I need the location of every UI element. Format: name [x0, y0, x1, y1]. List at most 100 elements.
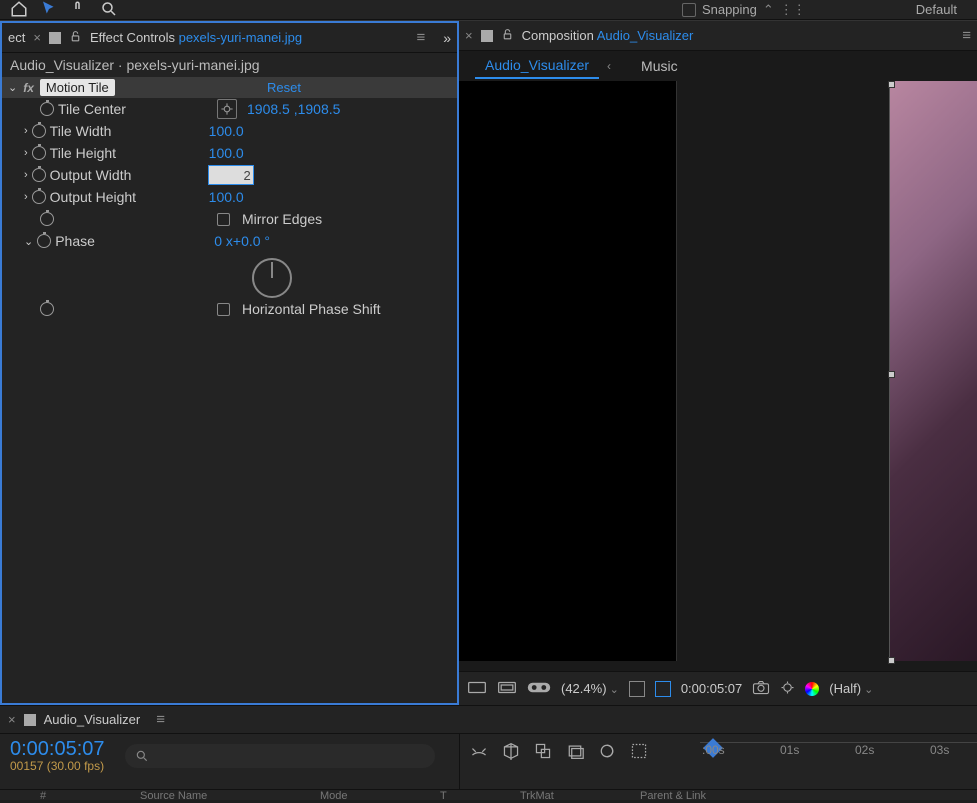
snapshot-icon[interactable]: [752, 680, 770, 698]
subtab-close-icon[interactable]: ‹: [607, 59, 611, 73]
snapping-toggle[interactable]: Snapping ⌃ ⋮⋮: [682, 2, 806, 18]
phase-label: Phase: [55, 233, 210, 249]
effect-breadcrumb: Audio_Visualizer · pexels-yuri-manei.jpg: [2, 53, 457, 77]
output-height-value[interactable]: 100.0: [209, 189, 244, 205]
effect-name[interactable]: Motion Tile: [40, 79, 115, 96]
col-parent: Parent & Link: [640, 790, 706, 803]
safe-zones-icon[interactable]: [655, 681, 671, 697]
output-height-label: Output Height: [50, 189, 205, 205]
phase-disclosure[interactable]: ⌄: [24, 235, 33, 248]
tile-height-value[interactable]: 100.0: [209, 145, 244, 161]
tile-height-disclosure[interactable]: ›: [24, 147, 28, 159]
ec-filename: pexels-yuri-manei.jpg: [179, 30, 303, 45]
point-target-icon[interactable]: [217, 99, 237, 119]
search-icon: [135, 749, 149, 763]
vr-icon[interactable]: [527, 680, 551, 698]
timeline-tab[interactable]: Audio_Visualizer: [44, 712, 141, 727]
col-mode: Mode: [320, 790, 380, 803]
output-width-input[interactable]: [209, 166, 253, 184]
viewer-timecode[interactable]: 0:00:05:07: [681, 681, 742, 696]
effect-controls-tab[interactable]: Effect Controls pexels-yuri-manei.jpg: [90, 30, 302, 45]
stopwatch-mirror[interactable]: [40, 212, 54, 226]
close-tab-button[interactable]: ×: [33, 30, 41, 45]
stopwatch-phase[interactable]: [37, 234, 51, 248]
stopwatch-output-width[interactable]: [32, 168, 46, 182]
col-trkmat: TrkMat: [520, 790, 580, 803]
stopwatch-tile-center[interactable]: [40, 102, 54, 116]
zoom-dropdown[interactable]: (42.4%): [561, 681, 619, 696]
shy-icon[interactable]: [470, 742, 488, 763]
comp-prefix: Composition: [522, 28, 594, 43]
timeline-timecode[interactable]: 0:00:05:07: [10, 738, 105, 761]
output-width-disclosure[interactable]: ›: [24, 169, 28, 181]
3d-icon[interactable]: [502, 742, 520, 763]
composition-panel: × Composition Audio_Visualizer ≡ Audio_V…: [459, 21, 977, 705]
timeline-ruler[interactable]: :00s 01s 02s 03s: [700, 742, 977, 772]
toggle-alpha-icon[interactable]: [467, 680, 487, 698]
transform-handle-bottom: [888, 657, 895, 664]
resolution-dropdown[interactable]: (Half): [829, 681, 873, 696]
col-source: Source Name: [140, 790, 260, 803]
phase-dial[interactable]: [252, 258, 292, 298]
stopwatch-output-height[interactable]: [32, 190, 46, 204]
mirror-edges-checkbox[interactable]: [217, 213, 230, 226]
draft-3d-icon[interactable]: [630, 742, 648, 763]
mirror-edges-label: Mirror Edges: [242, 211, 322, 227]
effect-controls-panel: ect × Effect Controls pexels-yuri-manei.…: [0, 21, 459, 705]
hand-tool-icon[interactable]: [70, 0, 90, 20]
composition-tab[interactable]: Composition Audio_Visualizer: [522, 28, 694, 43]
fx-badge-icon[interactable]: fx: [23, 81, 34, 95]
panel-menu-icon[interactable]: ≡: [416, 29, 425, 46]
timeline-panel: × Audio_Visualizer ≡ 0:00:05:07 00157 (3…: [0, 705, 977, 800]
exposure-icon[interactable]: [780, 680, 795, 698]
selection-tool-icon[interactable]: [40, 0, 60, 20]
comp-lock-icon[interactable]: [501, 28, 514, 44]
toggle-transparency-icon[interactable]: [497, 680, 517, 698]
subtab-music[interactable]: Music: [631, 54, 688, 78]
phase-value[interactable]: 0 x+0.0 °: [214, 233, 270, 249]
timeline-framecount: 00157 (30.00 fps): [10, 759, 105, 773]
tile-width-disclosure[interactable]: ›: [24, 125, 28, 137]
home-icon[interactable]: [10, 0, 30, 20]
stopwatch-tile-height[interactable]: [32, 146, 46, 160]
zoom-tool-icon[interactable]: [100, 0, 120, 20]
guides-icon[interactable]: [629, 681, 645, 697]
tile-width-value[interactable]: 100.0: [209, 123, 244, 139]
snap-options-icon[interactable]: ⋮⋮: [780, 2, 806, 18]
transform-handle-mid: [888, 371, 895, 378]
footage-preview: [889, 81, 977, 661]
comp-square-icon: [481, 30, 493, 42]
timeline-panel-menu-icon[interactable]: ≡: [156, 711, 165, 728]
close-comp-tab[interactable]: ×: [465, 28, 473, 43]
timeline-search[interactable]: [125, 744, 435, 768]
stopwatch-hphase[interactable]: [40, 302, 54, 316]
tile-width-label: Tile Width: [50, 123, 205, 139]
snapping-label: Snapping: [702, 2, 757, 17]
frame-blend-icon[interactable]: [534, 742, 552, 763]
comp-panel-menu-icon[interactable]: ≡: [962, 27, 971, 44]
composition-viewer[interactable]: [459, 81, 977, 671]
ruler-mark-0: :00s: [702, 743, 725, 757]
reset-button[interactable]: Reset: [267, 80, 301, 95]
graph-editor-icon[interactable]: [598, 742, 616, 763]
workspace-selector[interactable]: Default: [916, 2, 957, 17]
col-num: #: [40, 790, 80, 803]
effect-disclosure[interactable]: ⌄: [8, 81, 17, 94]
tile-center-value[interactable]: 1908.5 ,1908.5: [247, 101, 340, 117]
ec-prefix: Effect Controls: [90, 30, 175, 45]
close-timeline-tab[interactable]: ×: [8, 712, 16, 727]
color-management-icon[interactable]: [805, 682, 819, 696]
subtab-active[interactable]: Audio_Visualizer: [475, 53, 599, 79]
motion-blur-icon[interactable]: [566, 742, 584, 763]
hphase-checkbox[interactable]: [217, 303, 230, 316]
panel-overflow-icon[interactable]: »: [443, 30, 451, 46]
ruler-mark-3: 03s: [930, 743, 949, 757]
ruler-mark-2: 02s: [855, 743, 874, 757]
lock-icon[interactable]: [69, 30, 82, 46]
comp-name: Audio_Visualizer: [597, 28, 694, 43]
stopwatch-tile-width[interactable]: [32, 124, 46, 138]
tile-center-label: Tile Center: [58, 101, 213, 117]
project-tab-remnant[interactable]: ect: [8, 30, 25, 45]
output-height-disclosure[interactable]: ›: [24, 191, 28, 203]
transform-handle-top: [888, 81, 895, 88]
